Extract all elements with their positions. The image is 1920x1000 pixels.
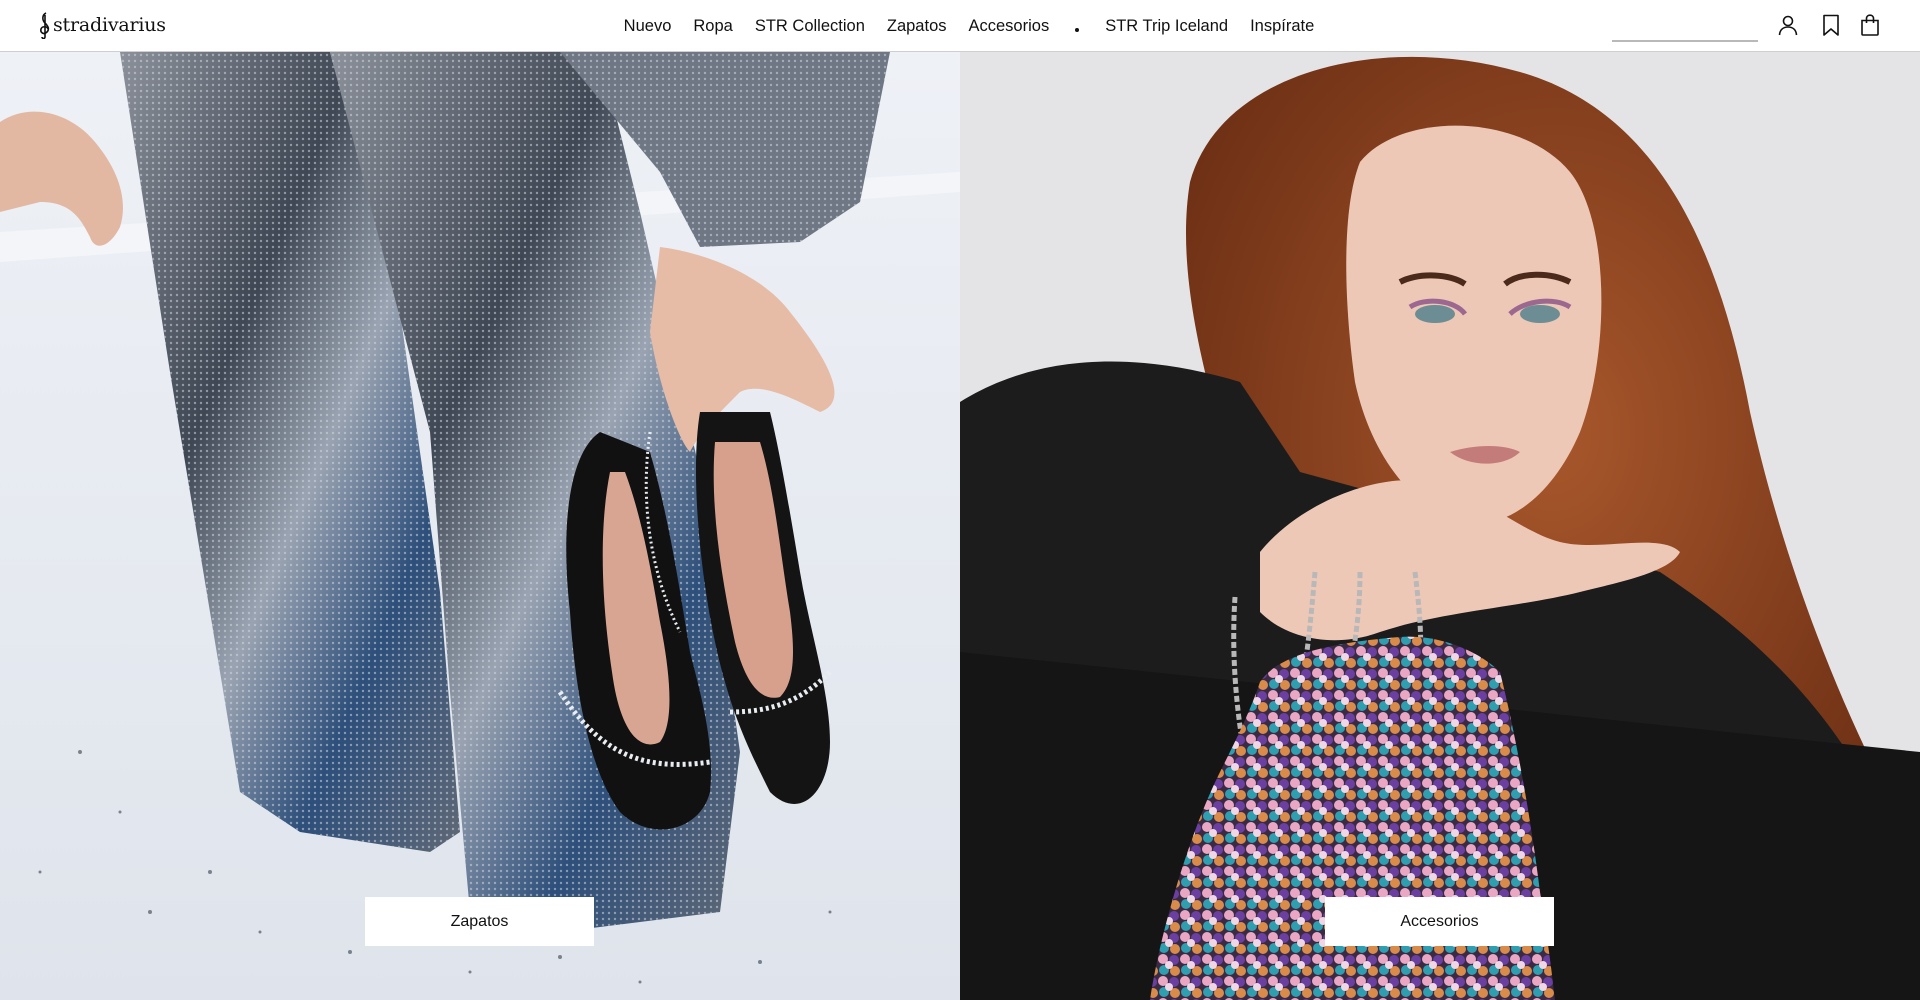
bookmark-icon[interactable] [1819,13,1843,37]
nav-item-inspirate[interactable]: Inspírate [1250,17,1314,36]
nav-item-str-trip-iceland[interactable]: STR Trip Iceland [1105,17,1228,36]
site-header: stradivarius Nuevo Ropa STR Collection Z… [0,0,1920,52]
brand-logo[interactable]: stradivarius [38,10,166,40]
nav-item-zapatos[interactable]: Zapatos [887,17,947,36]
nav-item-accesorios[interactable]: Accesorios [969,17,1050,36]
nav-separator-dot [1075,28,1080,32]
hero-panel-zapatos[interactable]: Zapatos [0,52,960,1000]
hero-image-sandals [0,52,960,1000]
nav-item-ropa[interactable]: Ropa [693,17,732,36]
treble-clef-icon [40,12,50,39]
accesorios-cta-button[interactable]: Accesorios [1325,897,1554,946]
hero-image-sequin-bag [960,52,1920,1000]
nav-item-nuevo[interactable]: Nuevo [624,17,672,36]
shopping-bag-icon[interactable] [1858,13,1882,37]
search-box [1612,12,1803,42]
search-input[interactable] [1614,14,1803,38]
user-icon[interactable] [1776,13,1800,37]
zapatos-cta-button[interactable]: Zapatos [365,897,594,946]
nav-item-str-collection[interactable]: STR Collection [755,17,865,36]
brand-name: stradivarius [53,14,166,36]
hero-panel-accesorios[interactable]: Accesorios [960,52,1920,1000]
